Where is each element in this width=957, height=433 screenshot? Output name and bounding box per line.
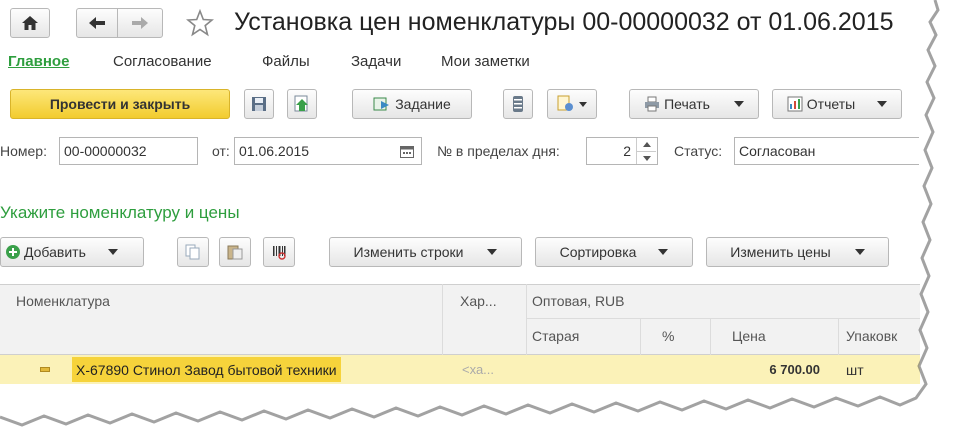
torn-edge-decoration [0, 0, 957, 433]
